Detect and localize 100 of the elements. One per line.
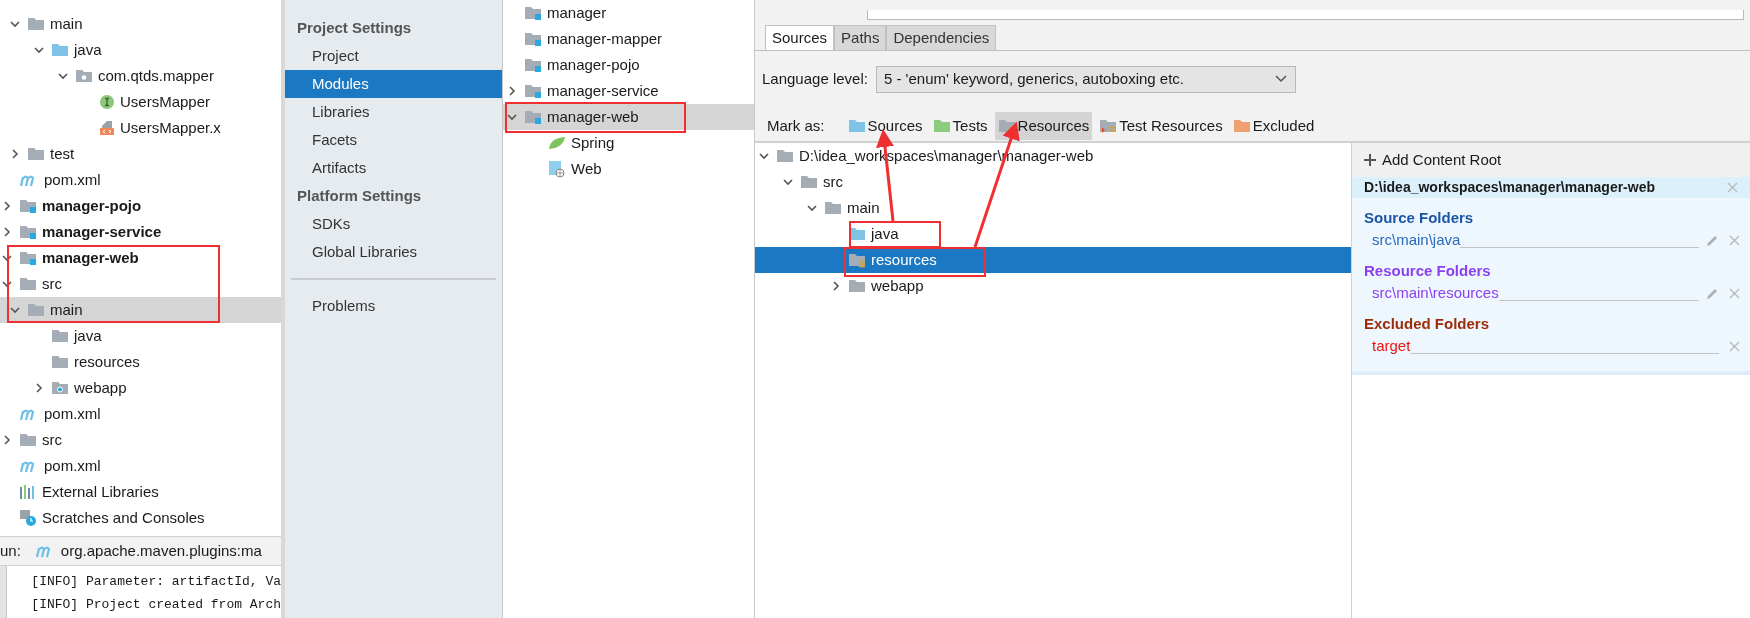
tab[interactable]: Paths: [834, 25, 887, 50]
tree-row[interactable]: External Libraries: [0, 479, 281, 505]
sidebar-item[interactable]: Modules: [285, 70, 502, 98]
sidebar-header: Project Settings: [296, 17, 413, 38]
add-content-root-button[interactable]: Add Content Root: [1352, 143, 1750, 177]
sidebar-item[interactable]: Libraries: [285, 98, 502, 126]
tree-row[interactable]: src: [0, 271, 281, 297]
tree-label: manager-pojo: [547, 54, 640, 75]
tree-row[interactable]: manager-web: [503, 104, 754, 130]
tab[interactable]: Sources: [765, 25, 835, 50]
tree-row[interactable]: Web: [503, 156, 754, 182]
tree-row[interactable]: java: [0, 37, 281, 63]
folder-icon: [51, 354, 69, 370]
leaf-icon: [548, 135, 566, 151]
chevron-down-icon[interactable]: [9, 18, 21, 30]
module-folder-icon: [19, 198, 37, 214]
chevron-down-icon[interactable]: [758, 150, 770, 162]
sidebar-item[interactable]: SDKs: [285, 210, 502, 238]
run-label: un:: [0, 540, 21, 561]
tree-row[interactable]: manager-service: [0, 219, 281, 245]
chevron-down-icon[interactable]: [782, 176, 794, 188]
libraries-icon: [19, 484, 37, 500]
chevron-down-icon[interactable]: [9, 304, 21, 316]
chevron-right-icon[interactable]: [1, 434, 13, 446]
tree-row[interactable]: java: [0, 323, 281, 349]
tree-row[interactable]: pom.xml: [0, 453, 281, 479]
tree-label: manager-pojo: [42, 195, 142, 216]
tree-row[interactable]: resources: [0, 349, 281, 375]
folder-path: src\main\java: [1372, 229, 1461, 250]
tree-row[interactable]: resources: [755, 247, 1351, 273]
tree-row[interactable]: test: [0, 141, 281, 167]
sidebar-item[interactable]: Global Libraries: [285, 238, 502, 266]
chevron-down-icon[interactable]: [1, 252, 13, 264]
tree-row[interactable]: manager-mapper: [503, 26, 754, 52]
chevron-right-icon[interactable]: [830, 280, 842, 292]
tree-row[interactable]: manager-service: [503, 78, 754, 104]
tree-row[interactable]: webapp: [755, 273, 1351, 299]
tree-row[interactable]: manager-pojo: [0, 193, 281, 219]
run-config-tab[interactable]: org.apache.maven.plugins:ma: [60, 539, 262, 563]
tree-label: main: [50, 299, 83, 320]
chevron-down-icon[interactable]: [506, 111, 518, 123]
chevron-right-icon[interactable]: [33, 382, 45, 394]
chevron-right-icon[interactable]: [9, 148, 21, 160]
chevron-right-icon[interactable]: [1, 226, 13, 238]
chevron-down-icon[interactable]: [806, 202, 818, 214]
chevron-down-icon[interactable]: [57, 70, 69, 82]
tree-label: src: [823, 171, 843, 192]
plus-icon: [1364, 154, 1376, 166]
tree-row[interactable]: src: [755, 169, 1351, 195]
xml-file-icon: [99, 120, 115, 136]
tree-label: pom.xml: [44, 169, 101, 190]
tab[interactable]: Dependencies: [886, 25, 997, 50]
folder-icon: [27, 16, 45, 32]
tree-row[interactable]: UsersMapper: [0, 89, 281, 115]
tree-label: resources: [871, 249, 937, 270]
tree-label: manager-web: [547, 106, 639, 127]
tree-row[interactable]: java: [755, 221, 1351, 247]
tree-row[interactable]: main: [0, 297, 281, 323]
chevron-right-icon[interactable]: [506, 85, 518, 97]
mark-as-button[interactable]: Excluded: [1229, 112, 1318, 140]
tree-row[interactable]: Spring: [503, 130, 754, 156]
tree-row[interactable]: webapp: [0, 375, 281, 401]
mark-as-button[interactable]: Test Resources: [1096, 112, 1226, 140]
tree-row[interactable]: com.qtds.mapper: [0, 63, 281, 89]
sidebar-item[interactable]: Problems: [285, 292, 502, 320]
tree-row[interactable]: manager-pojo: [503, 52, 754, 78]
tree-row[interactable]: src: [0, 427, 281, 453]
mark-as-button[interactable]: Tests: [929, 112, 991, 140]
tree-label: pom.xml: [44, 403, 101, 424]
folder-group-title: Source Folders: [1363, 207, 1475, 228]
module-folder-icon: [19, 224, 37, 240]
name-field[interactable]: [867, 10, 1744, 20]
tree-label: manager-service: [42, 221, 162, 242]
tree-row[interactable]: pom.xml: [0, 401, 281, 427]
tree-row[interactable]: Scratches and Consoles: [0, 505, 281, 531]
mark-as-button[interactable]: Resources: [994, 112, 1093, 140]
language-level-dropdown[interactable]: 5 - 'enum' keyword, generics, autoboxing etc.: [875, 65, 1296, 93]
chevron-down-icon[interactable]: [1, 278, 13, 290]
tree-label: manager: [547, 2, 607, 23]
tree-row[interactable]: UsersMapper.x: [0, 115, 281, 141]
folder-icon: [51, 328, 69, 344]
sidebar-item[interactable]: Artifacts: [285, 154, 502, 182]
package-folder-icon: [75, 68, 93, 84]
tree-label: UsersMapper.x: [120, 117, 221, 138]
tree-row[interactable]: pom.xml: [0, 167, 281, 193]
folder-icon: [19, 432, 37, 448]
sidebar-item[interactable]: Project: [285, 42, 502, 70]
tree-label: UsersMapper: [120, 91, 211, 112]
folder-icon: [51, 42, 69, 58]
chevron-right-icon[interactable]: [1, 200, 13, 212]
tree-row[interactable]: manager-web: [0, 245, 281, 271]
tree-row[interactable]: main: [755, 195, 1351, 221]
sidebar-item[interactable]: Facets: [285, 126, 502, 154]
tree-row[interactable]: main: [0, 11, 281, 37]
tree-row[interactable]: manager: [503, 0, 754, 26]
chevron-down-icon[interactable]: [33, 44, 45, 56]
mark-as-button[interactable]: Sources: [844, 112, 926, 140]
content-root-path: D:\idea_workspaces\manager\manager-web: [1364, 178, 1655, 197]
console-line: [INFO] Project created from Arch: [31, 596, 281, 614]
folder-icon: [776, 148, 794, 164]
